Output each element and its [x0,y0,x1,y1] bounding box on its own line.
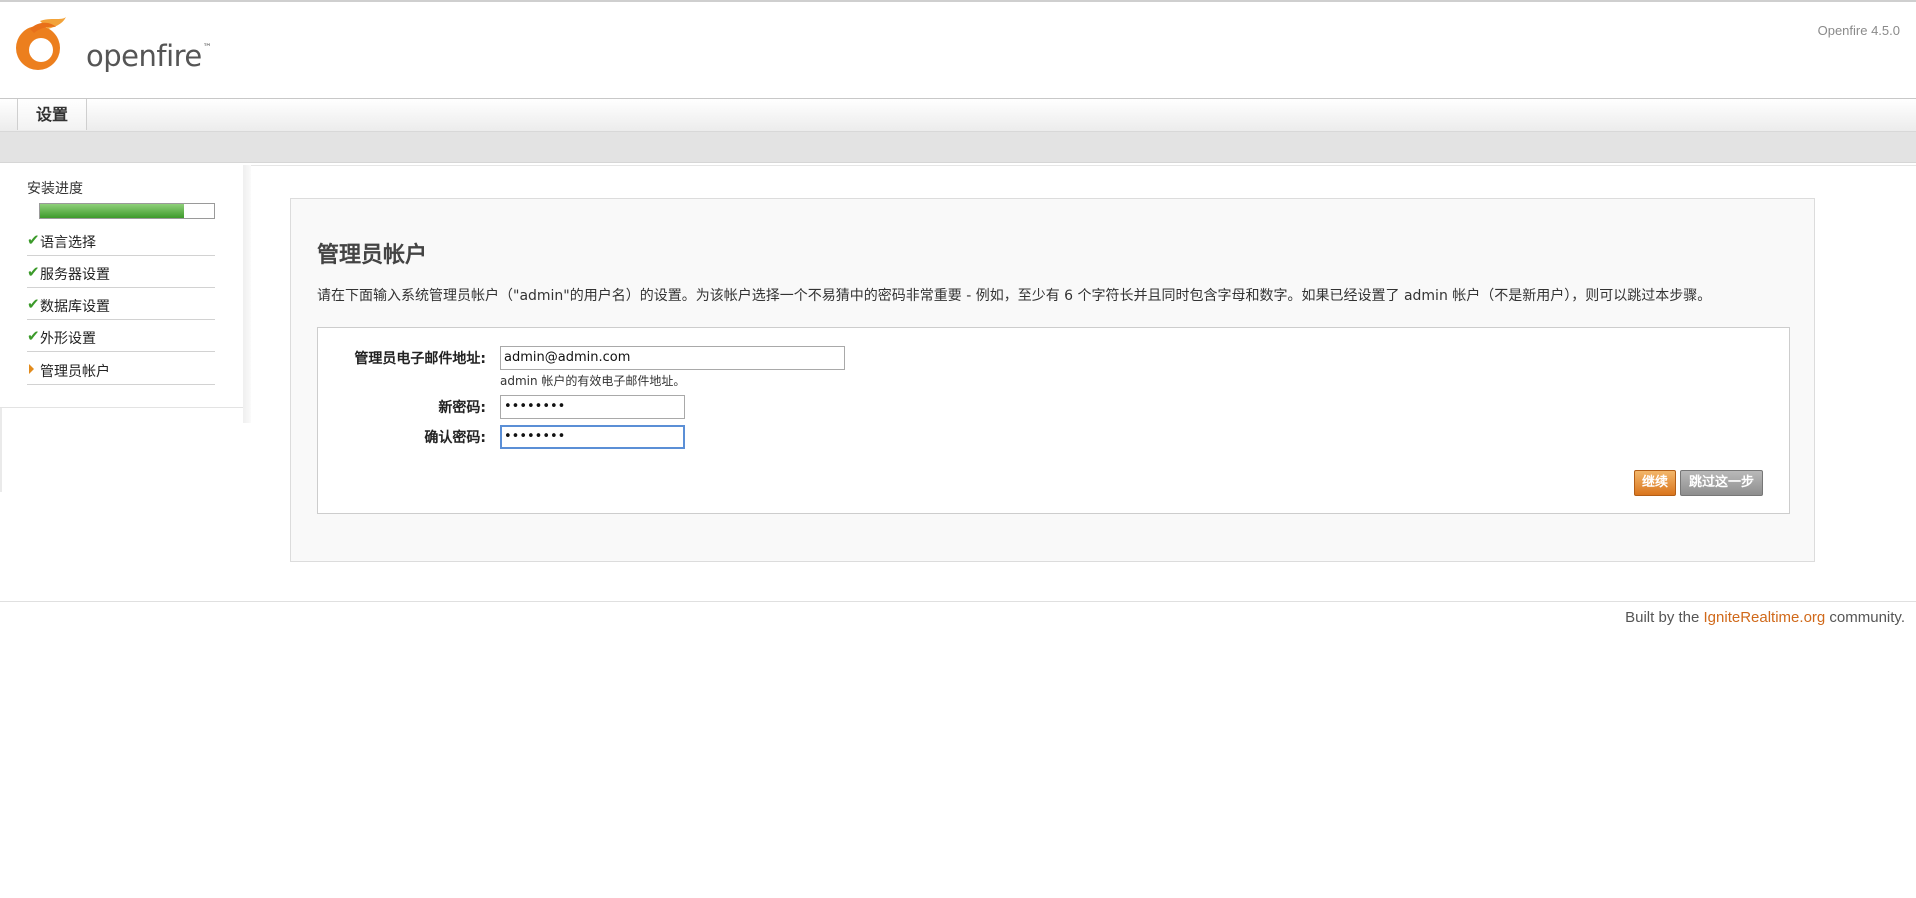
page-description: 请在下面输入系统管理员帐户（"admin"的用户名）的设置。为该帐户选择一个不易… [317,288,1712,304]
progress-fill [40,204,185,218]
openfire-logo[interactable]: openfire™ [10,15,220,75]
step-label: 外形设置 [40,331,96,347]
install-progress-bar [39,203,215,219]
email-hint: admin 帐户的有效电子邮件地址。 [500,374,686,388]
sidebar-panel: 安装进度 ✔ 语言选择 ✔ 服务器设置 ✔ 数据库设置 ✔ 外形设置 管理员帐户 [0,165,243,407]
page-title: 管理员帐户 [317,243,428,268]
sidebar-step-database: ✔ 数据库设置 [27,288,215,320]
continue-button[interactable]: 继续 [1634,470,1676,496]
admin-account-form: 管理员电子邮件地址: admin@admin.com admin 帐户的有效电子… [317,327,1790,514]
step-label: 语言选择 [40,235,96,251]
main-top-border [251,165,1916,176]
tab-settings[interactable]: 设置 [17,99,87,130]
setup-sidebar: 安装进度 ✔ 语言选择 ✔ 服务器设置 ✔ 数据库设置 ✔ 外形设置 管理员帐户 [0,165,244,408]
version-label: Openfire 4.5.0 [1817,23,1900,38]
footer: Built by the IgniteRealtime.org communit… [1625,609,1905,626]
current-step-arrow-icon [29,364,34,374]
footer-prefix: Built by the [1625,609,1704,626]
email-field[interactable]: admin@admin.com [500,346,845,370]
checkmark-icon: ✔ [27,295,40,313]
skip-step-button[interactable]: 跳过这一步 [1680,470,1763,496]
top-nav-bar: 设置 [0,98,1916,132]
sub-nav-bar [0,132,1916,163]
left-edge [0,408,2,492]
sidebar-step-admin-account: 管理员帐户 [27,353,215,385]
new-password-field[interactable]: •••••••• [500,395,685,419]
step-label: 服务器设置 [40,267,110,283]
footer-divider [0,601,1916,602]
confirm-password-field[interactable]: •••••••• [500,425,685,449]
checkmark-icon: ✔ [27,231,40,249]
confirm-password-label: 确认密码: [424,430,486,446]
step-label: 管理员帐户 [40,364,110,380]
admin-account-panel: 管理员帐户 请在下面输入系统管理员帐户（"admin"的用户名）的设置。为该帐户… [290,198,1815,562]
checkmark-icon: ✔ [27,327,40,345]
progress-title: 安装进度 [27,181,83,197]
checkmark-icon: ✔ [27,263,40,281]
sidebar-step-appearance: ✔ 外形设置 [27,320,215,352]
footer-suffix: community. [1825,609,1905,626]
sidebar-step-language: ✔ 语言选择 [27,224,215,256]
new-password-label: 新密码: [438,400,486,416]
email-label: 管理员电子邮件地址: [354,351,486,367]
flame-logo-icon [16,17,66,70]
sidebar-shadow [243,165,251,423]
logo-wordmark: openfire™ [86,39,212,73]
sidebar-step-server: ✔ 服务器设置 [27,256,215,288]
step-label: 数据库设置 [40,299,110,315]
igniterealtime-link[interactable]: IgniteRealtime.org [1704,609,1826,626]
header: openfire™ Openfire 4.5.0 [0,2,1916,98]
